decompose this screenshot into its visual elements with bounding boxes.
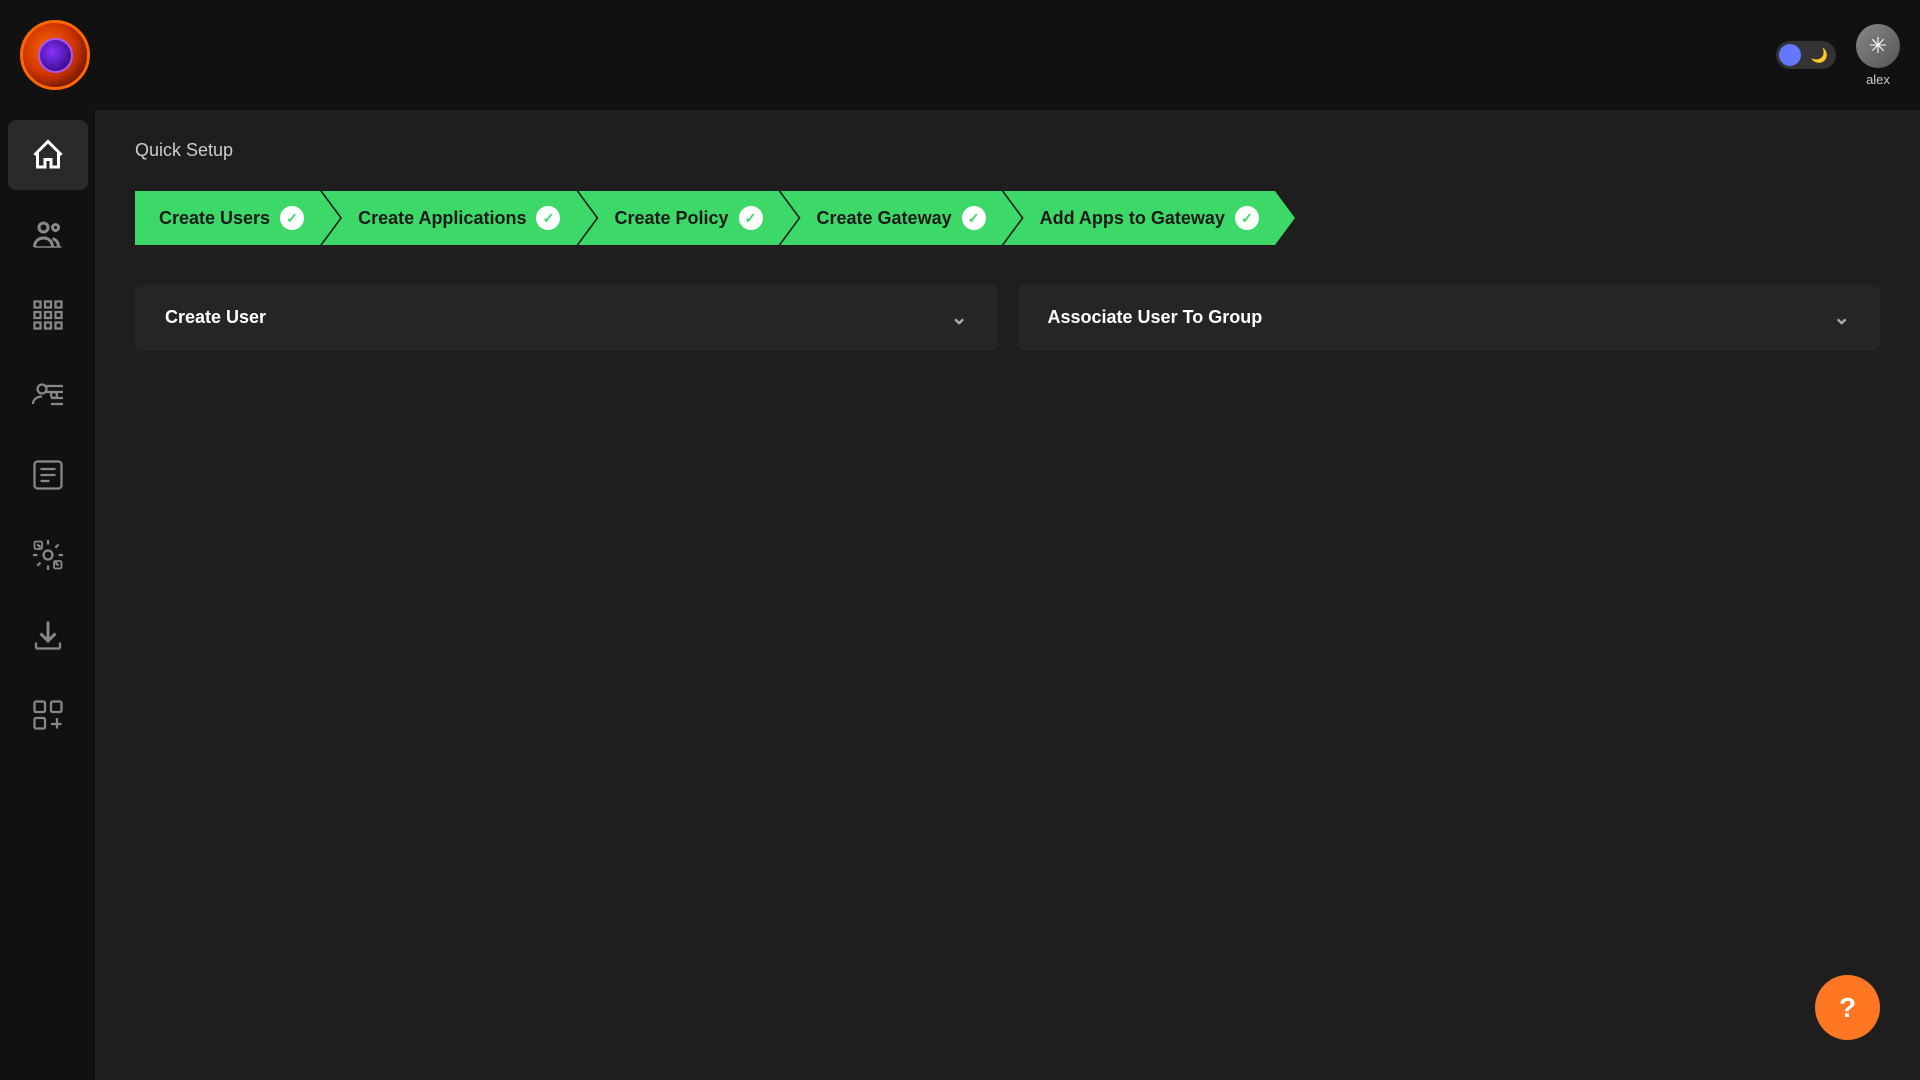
apps-icon [30, 697, 66, 733]
create-user-chevron: ⌄ [951, 305, 968, 330]
sidebar [0, 110, 95, 1080]
steps-container: Create Users ✓ Create Applications ✓ Cre… [135, 191, 1880, 245]
step-create-gateway[interactable]: Create Gateway ✓ [781, 191, 1022, 245]
step-label-create-gateway: Create Gateway [817, 208, 952, 229]
step-create-applications[interactable]: Create Applications ✓ [322, 191, 596, 245]
help-button[interactable]: ? [1815, 975, 1880, 1040]
sidebar-item-settings[interactable] [8, 520, 88, 590]
grid-icon [30, 297, 66, 333]
step-label-create-users: Create Users [159, 208, 270, 229]
logo-inner [38, 38, 73, 73]
home-icon [30, 137, 66, 173]
quick-setup-title: Quick Setup [135, 140, 1880, 161]
sidebar-item-apps[interactable] [8, 680, 88, 750]
accordion-row: Create User ⌄ Associate User To Group ⌄ [135, 285, 1880, 350]
associate-user-label: Associate User To Group [1048, 307, 1263, 328]
create-user-panel: Create User ⌄ [135, 285, 998, 350]
topbar: 🌙 ✳ alex [0, 0, 1920, 110]
step-create-users[interactable]: Create Users ✓ [135, 191, 340, 245]
step-check-create-users: ✓ [280, 206, 304, 230]
step-body-create-users: Create Users ✓ [135, 191, 340, 245]
step-label-create-policy: Create Policy [614, 208, 728, 229]
sidebar-item-download[interactable] [8, 600, 88, 670]
step-label-create-applications: Create Applications [358, 208, 526, 229]
step-body-add-apps: Add Apps to Gateway ✓ [1004, 191, 1295, 245]
associate-user-panel: Associate User To Group ⌄ [1018, 285, 1881, 350]
step-body-create-policy: Create Policy ✓ [578, 191, 798, 245]
associate-user-header[interactable]: Associate User To Group ⌄ [1018, 285, 1881, 350]
step-body-create-applications: Create Applications ✓ [322, 191, 596, 245]
create-user-label: Create User [165, 307, 266, 328]
step-check-create-applications: ✓ [536, 206, 560, 230]
topbar-right: 🌙 ✳ alex [1776, 24, 1900, 87]
sidebar-item-logs[interactable] [8, 440, 88, 510]
dark-mode-toggle[interactable]: 🌙 [1776, 41, 1836, 69]
step-add-apps[interactable]: Add Apps to Gateway ✓ [1004, 191, 1295, 245]
identity-icon [30, 377, 66, 413]
step-check-create-gateway: ✓ [962, 206, 986, 230]
toggle-knob [1779, 44, 1801, 66]
content-area: Quick Setup Create Users ✓ Create Applic… [95, 110, 1920, 1080]
step-create-policy[interactable]: Create Policy ✓ [578, 191, 798, 245]
step-check-create-policy: ✓ [739, 206, 763, 230]
download-icon [30, 617, 66, 653]
main-layout: Quick Setup Create Users ✓ Create Applic… [0, 110, 1920, 1080]
avatar: ✳ [1856, 24, 1900, 68]
step-check-add-apps: ✓ [1235, 206, 1259, 230]
logo[interactable] [20, 20, 90, 90]
sidebar-item-users[interactable] [8, 200, 88, 270]
step-label-add-apps: Add Apps to Gateway [1040, 208, 1225, 229]
sidebar-item-grid[interactable] [8, 280, 88, 350]
users-icon [30, 217, 66, 253]
moon-icon: 🌙 [1811, 47, 1828, 64]
sidebar-item-home[interactable] [8, 120, 88, 190]
settings-icon [30, 537, 66, 573]
logs-icon [30, 457, 66, 493]
sidebar-item-identity[interactable] [8, 360, 88, 430]
user-profile[interactable]: ✳ alex [1856, 24, 1900, 87]
step-body-create-gateway: Create Gateway ✓ [781, 191, 1022, 245]
create-user-header[interactable]: Create User ⌄ [135, 285, 998, 350]
username-label: alex [1866, 72, 1890, 87]
associate-user-chevron: ⌄ [1833, 305, 1850, 330]
help-icon: ? [1839, 992, 1856, 1024]
